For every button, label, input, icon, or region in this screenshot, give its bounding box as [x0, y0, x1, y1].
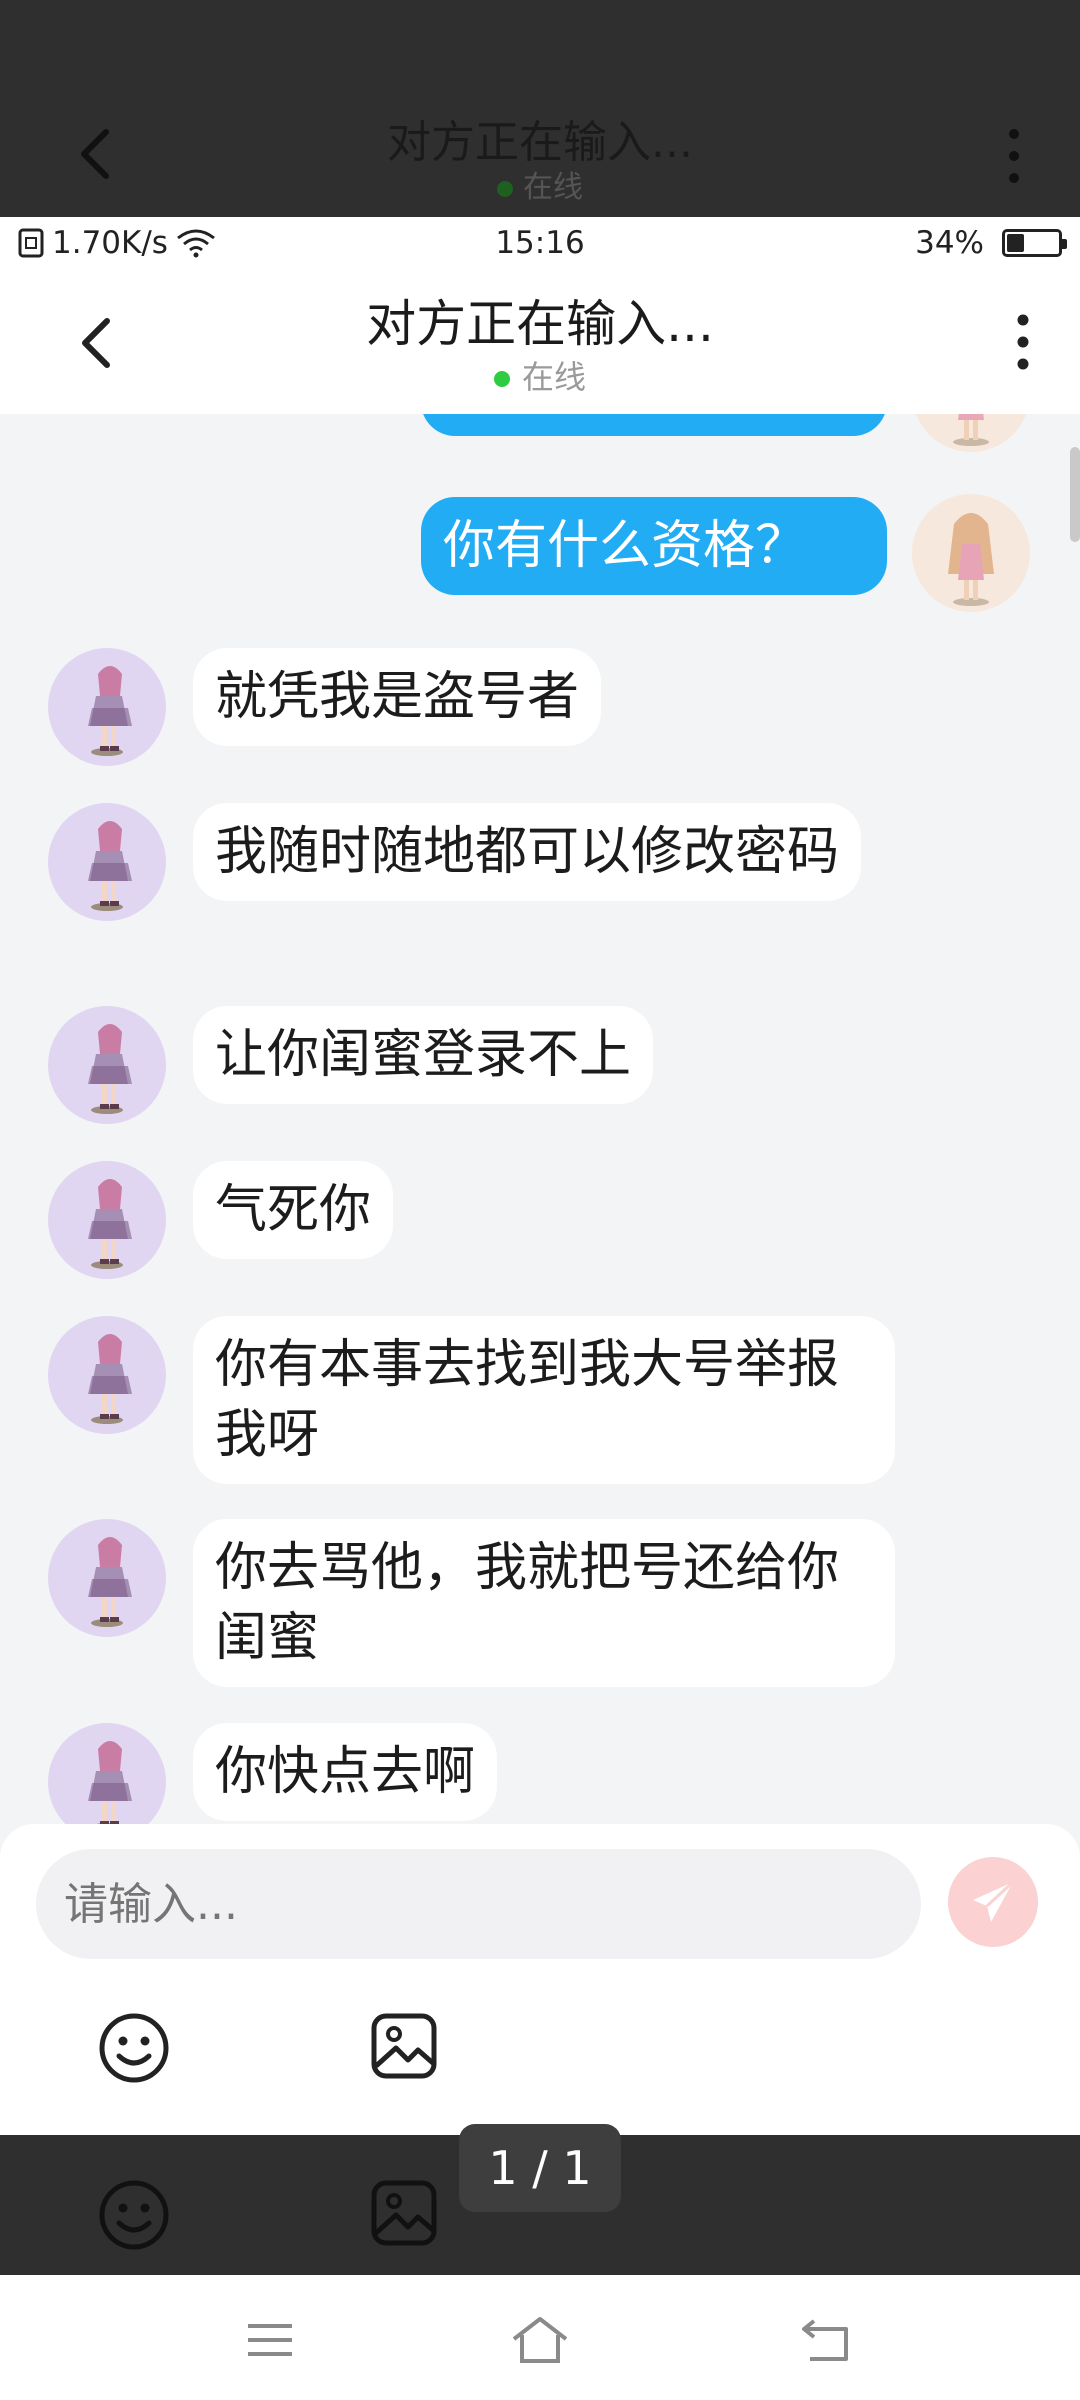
- friend-message-bubble[interactable]: 让你闺蜜登录不上: [193, 1006, 654, 1104]
- avatar-image: [88, 1537, 132, 1627]
- viewer-top-bar: 对方正在输入... 在线: [0, 0, 1080, 217]
- chat-title: 对方正在输入...: [366, 295, 714, 353]
- nav-menu-button[interactable]: [240, 2310, 300, 2370]
- online-status: 在线: [0, 352, 1080, 398]
- friend-avatar[interactable]: [48, 1723, 166, 1826]
- friend-message-bubble[interactable]: 我随时随地都可以修改密码: [193, 803, 862, 901]
- viewer-status-label: 在线: [523, 170, 583, 205]
- system-nav-bar: [0, 2275, 1080, 2400]
- friend-message-bubble[interactable]: 你有本事去找到我大号举报我呀: [193, 1316, 895, 1484]
- back-icon: [802, 2319, 848, 2361]
- emoji-icon: [99, 2180, 169, 2250]
- avatar-image: [953, 414, 989, 446]
- avatar-image: [88, 1179, 132, 1269]
- scrollbar[interactable]: [1070, 447, 1080, 542]
- nav-home-button[interactable]: [510, 2310, 570, 2370]
- image-icon: [371, 2180, 437, 2246]
- battery-percent: 34%: [915, 225, 984, 261]
- phone-screen: 1.70K/s 15:16 34% 对方正在输入... 在线 你有什么资格？ 就凭…: [0, 217, 1080, 2135]
- menu-icon: [248, 2324, 292, 2356]
- viewer-title: 对方正在输入...: [387, 117, 693, 168]
- more-vertical-icon[interactable]: [1008, 128, 1020, 184]
- friend-avatar[interactable]: [48, 1316, 166, 1434]
- status-right: 34%: [915, 225, 1067, 261]
- home-icon: [512, 2317, 568, 2363]
- avatar-image: [88, 1334, 132, 1424]
- avatar-image: [948, 513, 994, 606]
- battery-fill: [1007, 234, 1024, 252]
- more-vertical-icon: [1017, 314, 1029, 370]
- friend-avatar[interactable]: [48, 1161, 166, 1279]
- friend-avatar[interactable]: [48, 648, 166, 766]
- online-dot: [493, 371, 510, 387]
- friend-message-bubble[interactable]: 你去骂他，我就把号还给你闺蜜: [193, 1519, 895, 1687]
- image-icon[interactable]: [370, 2012, 438, 2080]
- send-button[interactable]: [948, 1857, 1038, 1947]
- friend-avatar[interactable]: [48, 1006, 166, 1124]
- send-icon: [973, 1880, 1015, 1922]
- friend-message-bubble[interactable]: 你快点去啊: [193, 1723, 498, 1821]
- message-list[interactable]: 你有什么资格？ 就凭我是盗号者我随时随地都可以修改密码 让你闺蜜登录不上 气死你你有本…: [0, 414, 1080, 1826]
- status-bar: 1.70K/s 15:16 34%: [0, 217, 1080, 272]
- message-input[interactable]: [36, 1849, 921, 1959]
- avatar-image: [88, 666, 132, 756]
- online-dot: [497, 180, 513, 197]
- chat-header: 对方正在输入... 在线: [0, 272, 1080, 414]
- message-bubble-partial[interactable]: [421, 414, 887, 436]
- battery-icon: [1002, 229, 1067, 257]
- avatar-image: [88, 821, 132, 911]
- nav-back-button[interactable]: [796, 2310, 856, 2370]
- page-counter: 1 / 1: [459, 2124, 621, 2212]
- more-button[interactable]: [1008, 312, 1038, 372]
- online-status-label: 在线: [521, 358, 586, 396]
- friend-message-bubble[interactable]: 就凭我是盗号者: [193, 648, 602, 746]
- my-avatar[interactable]: [912, 494, 1030, 612]
- viewer-status: 在线: [0, 162, 1080, 206]
- friend-avatar[interactable]: [48, 1519, 166, 1637]
- friend-message-bubble[interactable]: 气死你: [193, 1161, 394, 1259]
- friend-avatar[interactable]: [48, 803, 166, 921]
- emoji-icon[interactable]: [98, 2012, 170, 2084]
- composer-panel: [0, 1824, 1080, 2135]
- my-avatar[interactable]: [912, 414, 1030, 452]
- avatar-image: [88, 1741, 132, 1826]
- avatar-image: [88, 1024, 132, 1114]
- my-message-bubble[interactable]: 你有什么资格？: [421, 497, 887, 595]
